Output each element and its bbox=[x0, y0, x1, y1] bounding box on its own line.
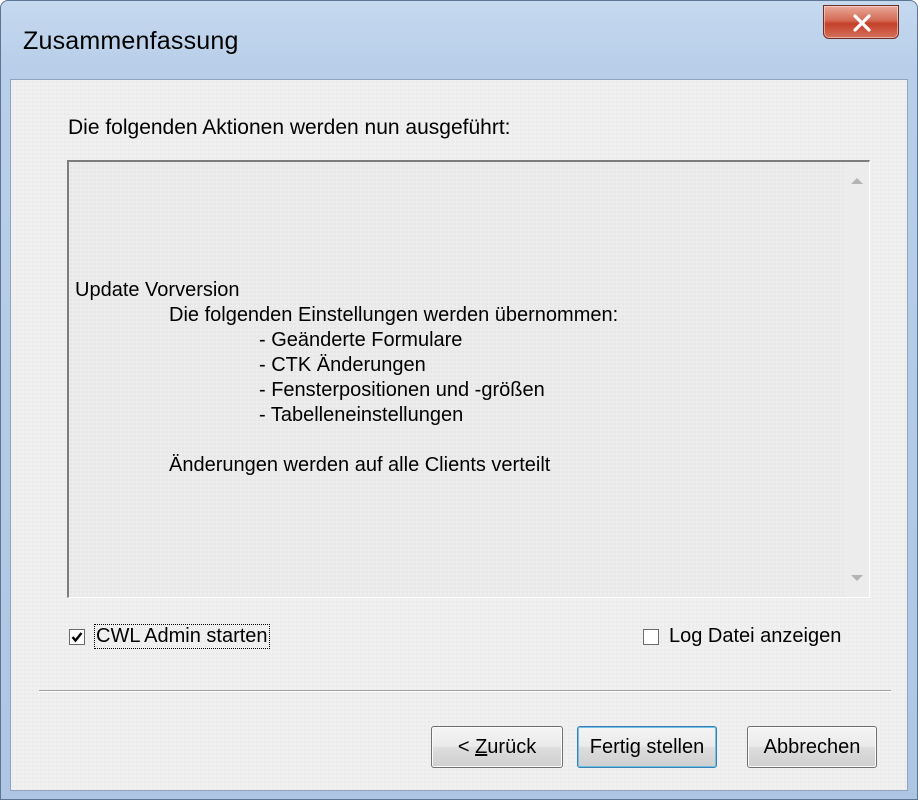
intro-text: Die folgenden Aktionen werden nun ausgef… bbox=[68, 116, 511, 139]
window-title: Zusammenfassung bbox=[23, 27, 239, 55]
dialog-window: Zusammenfassung Die folgenden Aktionen w… bbox=[0, 0, 918, 800]
checkmark-icon bbox=[71, 631, 83, 642]
summary-subheading: Die folgenden Einstellungen werden übern… bbox=[169, 304, 619, 326]
cancel-button-label: Abbrechen bbox=[763, 735, 861, 758]
finish-button[interactable]: Fertig stellen bbox=[577, 726, 717, 768]
cancel-button[interactable]: Abbrechen bbox=[747, 726, 877, 768]
summary-item: - Fensterpositionen und -größen bbox=[259, 379, 545, 401]
show-log-checkbox-box[interactable] bbox=[643, 628, 659, 645]
vertical-scrollbar[interactable] bbox=[845, 162, 869, 597]
scroll-down-arrow-icon[interactable] bbox=[851, 575, 863, 581]
dialog-content: Die folgenden Aktionen werden nun ausgef… bbox=[10, 79, 908, 791]
summary-spacer bbox=[75, 428, 835, 453]
back-button-rest: urück bbox=[487, 735, 537, 758]
back-button-prefix: < bbox=[457, 735, 476, 758]
start-admin-checkbox-box[interactable] bbox=[69, 628, 85, 645]
scroll-up-arrow-icon[interactable] bbox=[851, 178, 863, 184]
summary-item: - Geänderte Formulare bbox=[259, 329, 463, 351]
summary-item: - CTK Änderungen bbox=[259, 354, 426, 376]
summary-footer: Änderungen werden auf alle Clients verte… bbox=[169, 454, 551, 476]
close-icon bbox=[853, 14, 871, 32]
finish-button-label: Fertig stellen bbox=[589, 735, 705, 758]
start-admin-label[interactable]: CWL Admin starten bbox=[94, 624, 270, 649]
show-log-label[interactable]: Log Datei anzeigen bbox=[669, 625, 841, 648]
summary-content: Update Vorversion Die folgenden Einstell… bbox=[75, 278, 835, 478]
separator bbox=[39, 690, 891, 692]
summary-textbox[interactable]: Update Vorversion Die folgenden Einstell… bbox=[67, 160, 870, 598]
show-log-checkbox[interactable]: Log Datei anzeigen bbox=[643, 625, 841, 648]
start-admin-checkbox[interactable]: CWL Admin starten bbox=[69, 624, 270, 649]
summary-heading: Update Vorversion bbox=[75, 279, 240, 301]
summary-item: - Tabelleneinstellungen bbox=[259, 404, 464, 426]
back-button-mnemonic: Z bbox=[475, 735, 488, 758]
back-button[interactable]: < Zurück bbox=[431, 726, 563, 768]
title-bar[interactable]: Zusammenfassung bbox=[1, 1, 917, 81]
close-button[interactable] bbox=[823, 5, 899, 39]
